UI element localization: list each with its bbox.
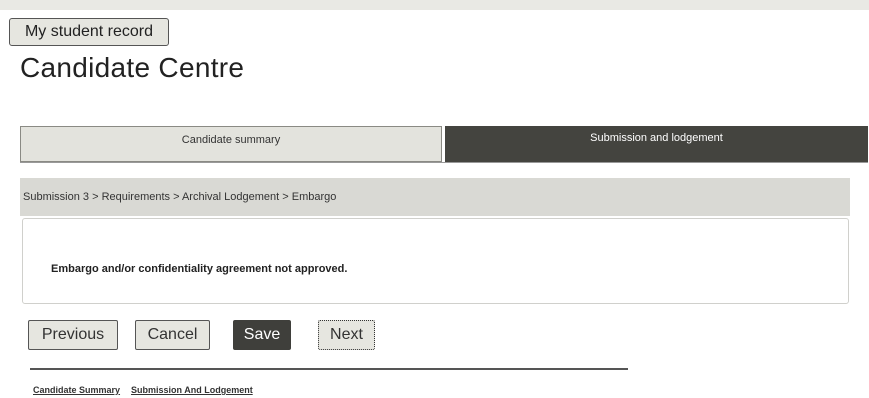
my-student-record-button[interactable]: My student record	[9, 18, 169, 46]
tab-submission-and-lodgement[interactable]: Submission and lodgement	[445, 126, 868, 162]
status-message: Embargo and/or confidentiality agreement…	[51, 263, 348, 275]
previous-button[interactable]: Previous	[28, 320, 118, 350]
footer-divider	[30, 368, 628, 370]
next-button[interactable]: Next	[318, 320, 375, 350]
footer-link-candidate-summary[interactable]: Candidate Summary	[33, 385, 120, 395]
page-title: Candidate Centre	[20, 52, 245, 83]
tab-candidate-summary[interactable]: Candidate summary	[20, 126, 442, 162]
top-strip	[0, 0, 869, 10]
footer-link-submission-and-lodgement[interactable]: Submission And Lodgement	[131, 385, 253, 395]
footer-links: Candidate Summary Submission And Lodgemen…	[33, 385, 264, 395]
tab-divider	[20, 162, 868, 163]
cancel-button[interactable]: Cancel	[135, 320, 210, 350]
message-panel: Embargo and/or confidentiality agreement…	[22, 218, 849, 304]
breadcrumb: Submission 3 > Requirements > Archival L…	[20, 178, 850, 216]
save-button[interactable]: Save	[233, 320, 291, 350]
